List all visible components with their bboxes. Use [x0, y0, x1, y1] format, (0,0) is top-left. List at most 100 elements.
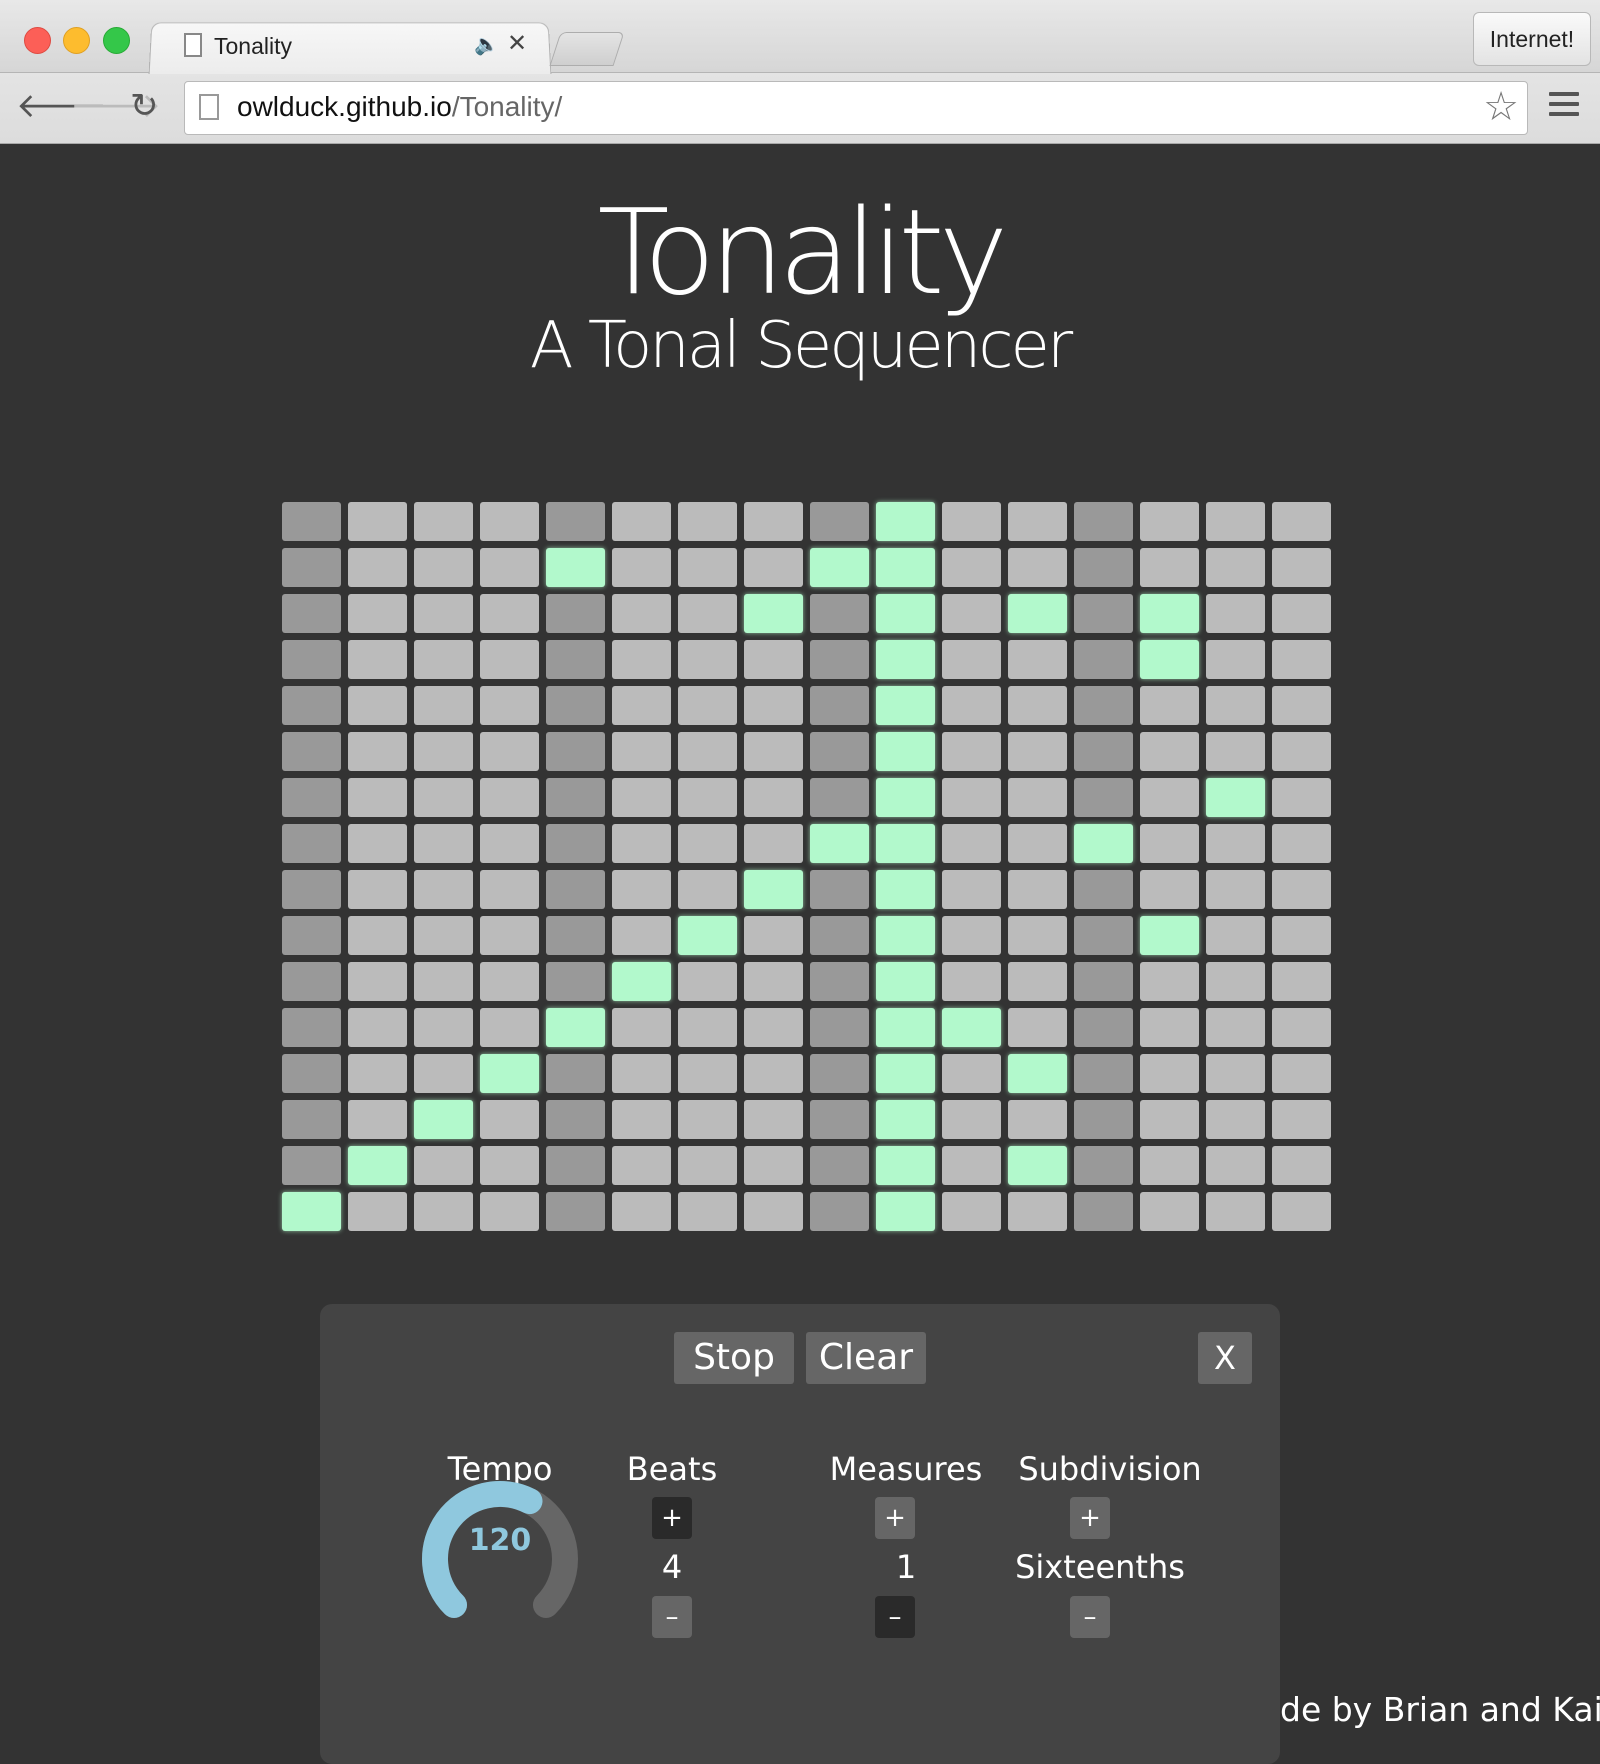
sequencer-cell[interactable]: [876, 1146, 935, 1185]
sequencer-cell[interactable]: [546, 640, 605, 679]
sequencer-cell[interactable]: [414, 1192, 473, 1231]
sequencer-cell[interactable]: [348, 640, 407, 679]
sequencer-cell[interactable]: [1074, 686, 1133, 725]
sequencer-cell[interactable]: [1272, 1192, 1331, 1231]
sequencer-cell[interactable]: [876, 1192, 935, 1231]
sequencer-cell[interactable]: [942, 870, 1001, 909]
sequencer-cell[interactable]: [1140, 1054, 1199, 1093]
sequencer-cell[interactable]: [678, 1100, 737, 1139]
sequencer-cell[interactable]: [1008, 1054, 1067, 1093]
sequencer-cell[interactable]: [1272, 548, 1331, 587]
sequencer-cell[interactable]: [414, 1054, 473, 1093]
sequencer-cell[interactable]: [1206, 502, 1265, 541]
sequencer-cell[interactable]: [546, 962, 605, 1001]
sequencer-cell[interactable]: [678, 824, 737, 863]
sequencer-cell[interactable]: [1272, 732, 1331, 771]
sequencer-cell[interactable]: [1008, 824, 1067, 863]
sequencer-cell[interactable]: [942, 824, 1001, 863]
sequencer-cell[interactable]: [282, 502, 341, 541]
minimize-window-icon[interactable]: [63, 27, 90, 54]
sequencer-cell[interactable]: [1008, 962, 1067, 1001]
sequencer-cell[interactable]: [1272, 778, 1331, 817]
sequencer-cell[interactable]: [810, 1192, 869, 1231]
reload-icon[interactable]: ↻: [130, 86, 159, 126]
sequencer-cell[interactable]: [1206, 1192, 1265, 1231]
sequencer-cell[interactable]: [546, 870, 605, 909]
sequencer-cell[interactable]: [480, 962, 539, 1001]
sequencer-cell[interactable]: [414, 1146, 473, 1185]
sequencer-cell[interactable]: [876, 594, 935, 633]
sequencer-cell[interactable]: [744, 1008, 803, 1047]
beats-decrement-button[interactable]: –: [652, 1596, 692, 1638]
sequencer-cell[interactable]: [1008, 1146, 1067, 1185]
sequencer-cell[interactable]: [678, 1054, 737, 1093]
sequencer-cell[interactable]: [1206, 1054, 1265, 1093]
sequencer-cell[interactable]: [480, 1146, 539, 1185]
sequencer-cell[interactable]: [612, 824, 671, 863]
sequencer-cell[interactable]: [876, 1008, 935, 1047]
sequencer-cell[interactable]: [942, 1008, 1001, 1047]
sequencer-cell[interactable]: [480, 1192, 539, 1231]
sequencer-cell[interactable]: [744, 1146, 803, 1185]
sequencer-cell[interactable]: [876, 732, 935, 771]
sequencer-cell[interactable]: [810, 502, 869, 541]
sequencer-cell[interactable]: [348, 594, 407, 633]
sequencer-cell[interactable]: [1008, 594, 1067, 633]
sequencer-cell[interactable]: [480, 1100, 539, 1139]
sequencer-cell[interactable]: [546, 824, 605, 863]
sequencer-cell[interactable]: [414, 732, 473, 771]
sequencer-cell[interactable]: [678, 548, 737, 587]
sequencer-cell[interactable]: [1074, 1008, 1133, 1047]
sequencer-cell[interactable]: [546, 1100, 605, 1139]
sequencer-cell[interactable]: [414, 962, 473, 1001]
sequencer-cell[interactable]: [744, 548, 803, 587]
sequencer-cell[interactable]: [1206, 1146, 1265, 1185]
sequencer-cell[interactable]: [1206, 548, 1265, 587]
measures-increment-button[interactable]: +: [875, 1497, 915, 1539]
sequencer-cell[interactable]: [678, 1146, 737, 1185]
sequencer-cell[interactable]: [282, 594, 341, 633]
sequencer-cell[interactable]: [348, 778, 407, 817]
sequencer-cell[interactable]: [282, 1008, 341, 1047]
sequencer-cell[interactable]: [942, 962, 1001, 1001]
sequencer-cell[interactable]: [942, 1054, 1001, 1093]
sequencer-cell[interactable]: [546, 502, 605, 541]
sequencer-cell[interactable]: [546, 686, 605, 725]
sequencer-cell[interactable]: [282, 916, 341, 955]
sequencer-cell[interactable]: [480, 502, 539, 541]
sequencer-cell[interactable]: [744, 916, 803, 955]
sequencer-cell[interactable]: [480, 732, 539, 771]
sequencer-cell[interactable]: [942, 502, 1001, 541]
sequencer-cell[interactable]: [612, 502, 671, 541]
sequencer-cell[interactable]: [414, 870, 473, 909]
sequencer-cell[interactable]: [678, 962, 737, 1001]
sequencer-cell[interactable]: [480, 824, 539, 863]
sequencer-cell[interactable]: [810, 732, 869, 771]
sequencer-cell[interactable]: [1140, 594, 1199, 633]
sequencer-cell[interactable]: [546, 594, 605, 633]
sequencer-cell[interactable]: [810, 594, 869, 633]
sequencer-cell[interactable]: [1140, 732, 1199, 771]
close-tab-icon[interactable]: ✕: [507, 29, 527, 57]
sequencer-cell[interactable]: [1140, 870, 1199, 909]
zoom-window-icon[interactable]: [103, 27, 130, 54]
sequencer-cell[interactable]: [348, 1146, 407, 1185]
sequencer-cell[interactable]: [1008, 916, 1067, 955]
sequencer-cell[interactable]: [348, 686, 407, 725]
sequencer-cell[interactable]: [1140, 548, 1199, 587]
sequencer-cell[interactable]: [678, 502, 737, 541]
sequencer-cell[interactable]: [810, 870, 869, 909]
sequencer-cell[interactable]: [414, 1008, 473, 1047]
sequencer-cell[interactable]: [1206, 916, 1265, 955]
sequencer-cell[interactable]: [678, 594, 737, 633]
sequencer-cell[interactable]: [414, 778, 473, 817]
sequencer-cell[interactable]: [546, 778, 605, 817]
sequencer-cell[interactable]: [1206, 824, 1265, 863]
sequencer-cell[interactable]: [1140, 502, 1199, 541]
sequencer-cell[interactable]: [1074, 548, 1133, 587]
sequencer-cell[interactable]: [1074, 962, 1133, 1001]
sequencer-cell[interactable]: [876, 686, 935, 725]
measures-decrement-button[interactable]: –: [875, 1596, 915, 1638]
sequencer-cell[interactable]: [1206, 1100, 1265, 1139]
sequencer-cell[interactable]: [1206, 732, 1265, 771]
